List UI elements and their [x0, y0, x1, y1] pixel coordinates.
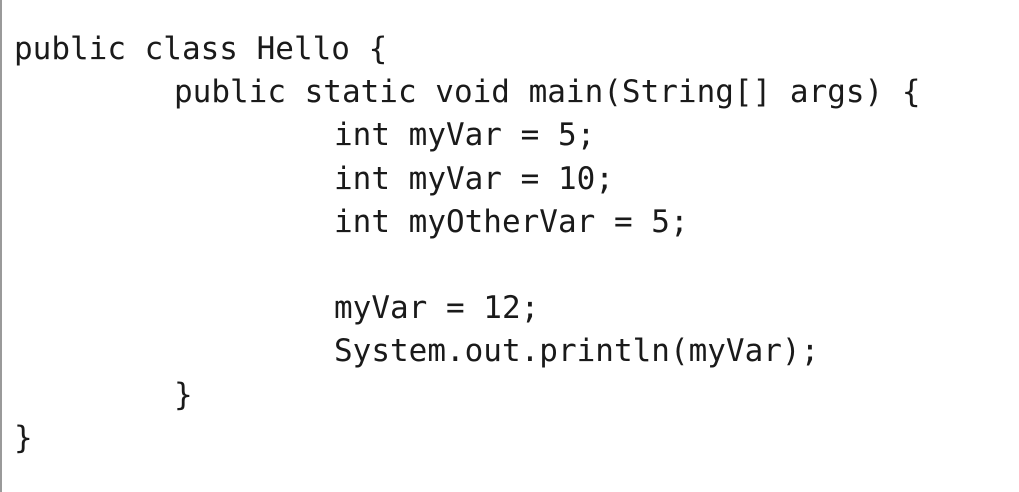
code-line-8: System.out.println(myVar); [334, 333, 820, 370]
code-editor: public class Hello { public static void … [0, 0, 1019, 492]
code-block: public class Hello { public static void … [14, 28, 921, 460]
code-line-3: int myVar = 5; [334, 117, 596, 154]
code-line-2: public static void main(String[] args) { [174, 74, 921, 111]
code-line-5: int myOtherVar = 5; [334, 203, 689, 240]
code-line-7: myVar = 12; [334, 290, 540, 327]
code-line-10: } [14, 419, 33, 456]
code-line-1: public class Hello { [14, 31, 388, 67]
code-line-4: int myVar = 10; [334, 160, 614, 197]
code-line-9: } [174, 376, 193, 413]
